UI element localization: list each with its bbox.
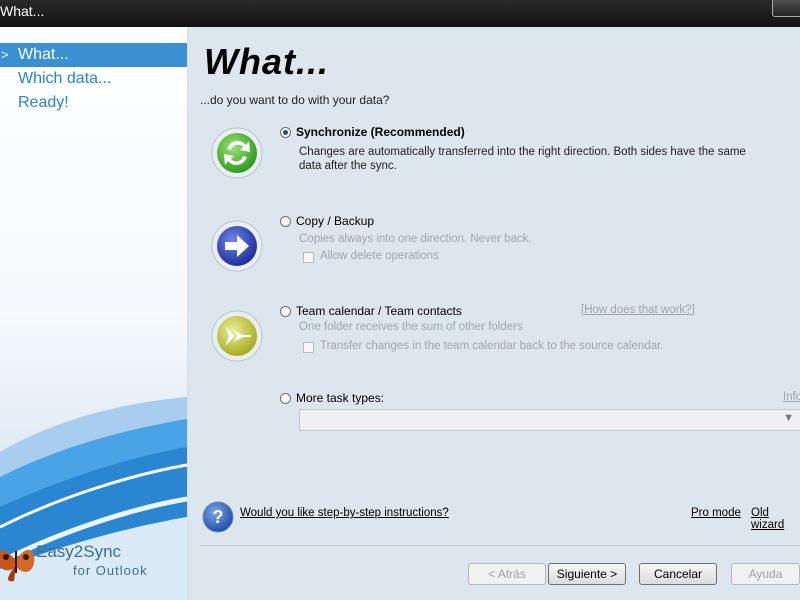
step-label: Ready! bbox=[18, 94, 69, 111]
pro-mode-link[interactable]: Pro mode bbox=[691, 507, 741, 519]
step-by-step-link[interactable]: Would you like step-by-step instructions… bbox=[240, 507, 449, 519]
step-what: > What... bbox=[0, 43, 187, 67]
more-task-types-label: More task types: bbox=[296, 391, 385, 405]
how-does-that-work-link[interactable]: [How does that work?] bbox=[581, 304, 695, 316]
main-panel: What... ...do you want to do with your d… bbox=[188, 27, 800, 600]
transfer-changes-label: Transfer changes in the team calendar ba… bbox=[320, 340, 664, 352]
svg-text:?: ? bbox=[213, 507, 224, 527]
sync-label: Synchronize (Recommended) bbox=[296, 125, 465, 139]
wizard-window: > What... Which data... Ready! Easy2Sync… bbox=[0, 27, 800, 600]
back-button[interactable]: < Atrás bbox=[468, 563, 546, 585]
cancel-button[interactable]: Cancelar bbox=[639, 563, 717, 585]
team-calendar-description: One folder receives the sum of other fol… bbox=[299, 321, 523, 333]
title-bar: What... bbox=[0, 0, 800, 27]
page-title: What... bbox=[204, 41, 329, 82]
info-link[interactable]: Info bbox=[783, 391, 800, 403]
help-button[interactable]: Ayuda bbox=[731, 563, 800, 585]
copy-backup-description: Copies always into one direction. Never … bbox=[299, 233, 532, 245]
sync-description-line2: data after the sync. bbox=[299, 160, 397, 172]
separator bbox=[200, 545, 800, 546]
step-list: > What... Which data... Ready! bbox=[0, 43, 187, 115]
close-button[interactable] bbox=[772, 0, 800, 17]
arrow-right-icon: > bbox=[1, 47, 9, 62]
arrow-right-icon bbox=[211, 220, 263, 272]
copy-backup-label: Copy / Backup bbox=[296, 214, 375, 228]
step-label: Which data... bbox=[18, 70, 112, 87]
old-wizard-link[interactable]: Old wizard bbox=[751, 507, 800, 531]
team-calendar-radio[interactable] bbox=[280, 306, 291, 317]
help-icon[interactable]: ? bbox=[202, 501, 234, 533]
sync-radio[interactable] bbox=[280, 127, 291, 138]
task-type-dropdown[interactable]: ▼ bbox=[299, 409, 800, 431]
allow-delete-label: Allow delete operations bbox=[320, 250, 439, 262]
step-which-data: Which data... bbox=[0, 67, 187, 91]
transfer-changes-checkbox[interactable] bbox=[303, 342, 314, 353]
sync-description-line1: Changes are automatically transferred in… bbox=[299, 146, 746, 158]
brand-name: Easy2Sync bbox=[36, 542, 122, 561]
allow-delete-checkbox[interactable] bbox=[303, 252, 314, 263]
chevron-down-icon: ▼ bbox=[783, 412, 794, 424]
merge-arrows-icon bbox=[211, 310, 263, 362]
sidebar: > What... Which data... Ready! Easy2Sync… bbox=[0, 27, 187, 600]
window-title: What... bbox=[0, 3, 45, 19]
page-subtitle: ...do you want to do with your data? bbox=[200, 93, 390, 107]
copy-backup-radio[interactable] bbox=[280, 216, 291, 227]
brand-subtitle: for Outlook bbox=[73, 563, 148, 578]
butterfly-icon bbox=[0, 549, 35, 582]
more-task-types-radio[interactable] bbox=[280, 393, 291, 404]
step-label: What... bbox=[18, 46, 69, 63]
next-button[interactable]: Siguiente > bbox=[548, 563, 626, 585]
team-calendar-label: Team calendar / Team contacts bbox=[296, 304, 462, 318]
sync-arrows-icon bbox=[211, 127, 263, 179]
step-ready: Ready! bbox=[0, 91, 187, 115]
